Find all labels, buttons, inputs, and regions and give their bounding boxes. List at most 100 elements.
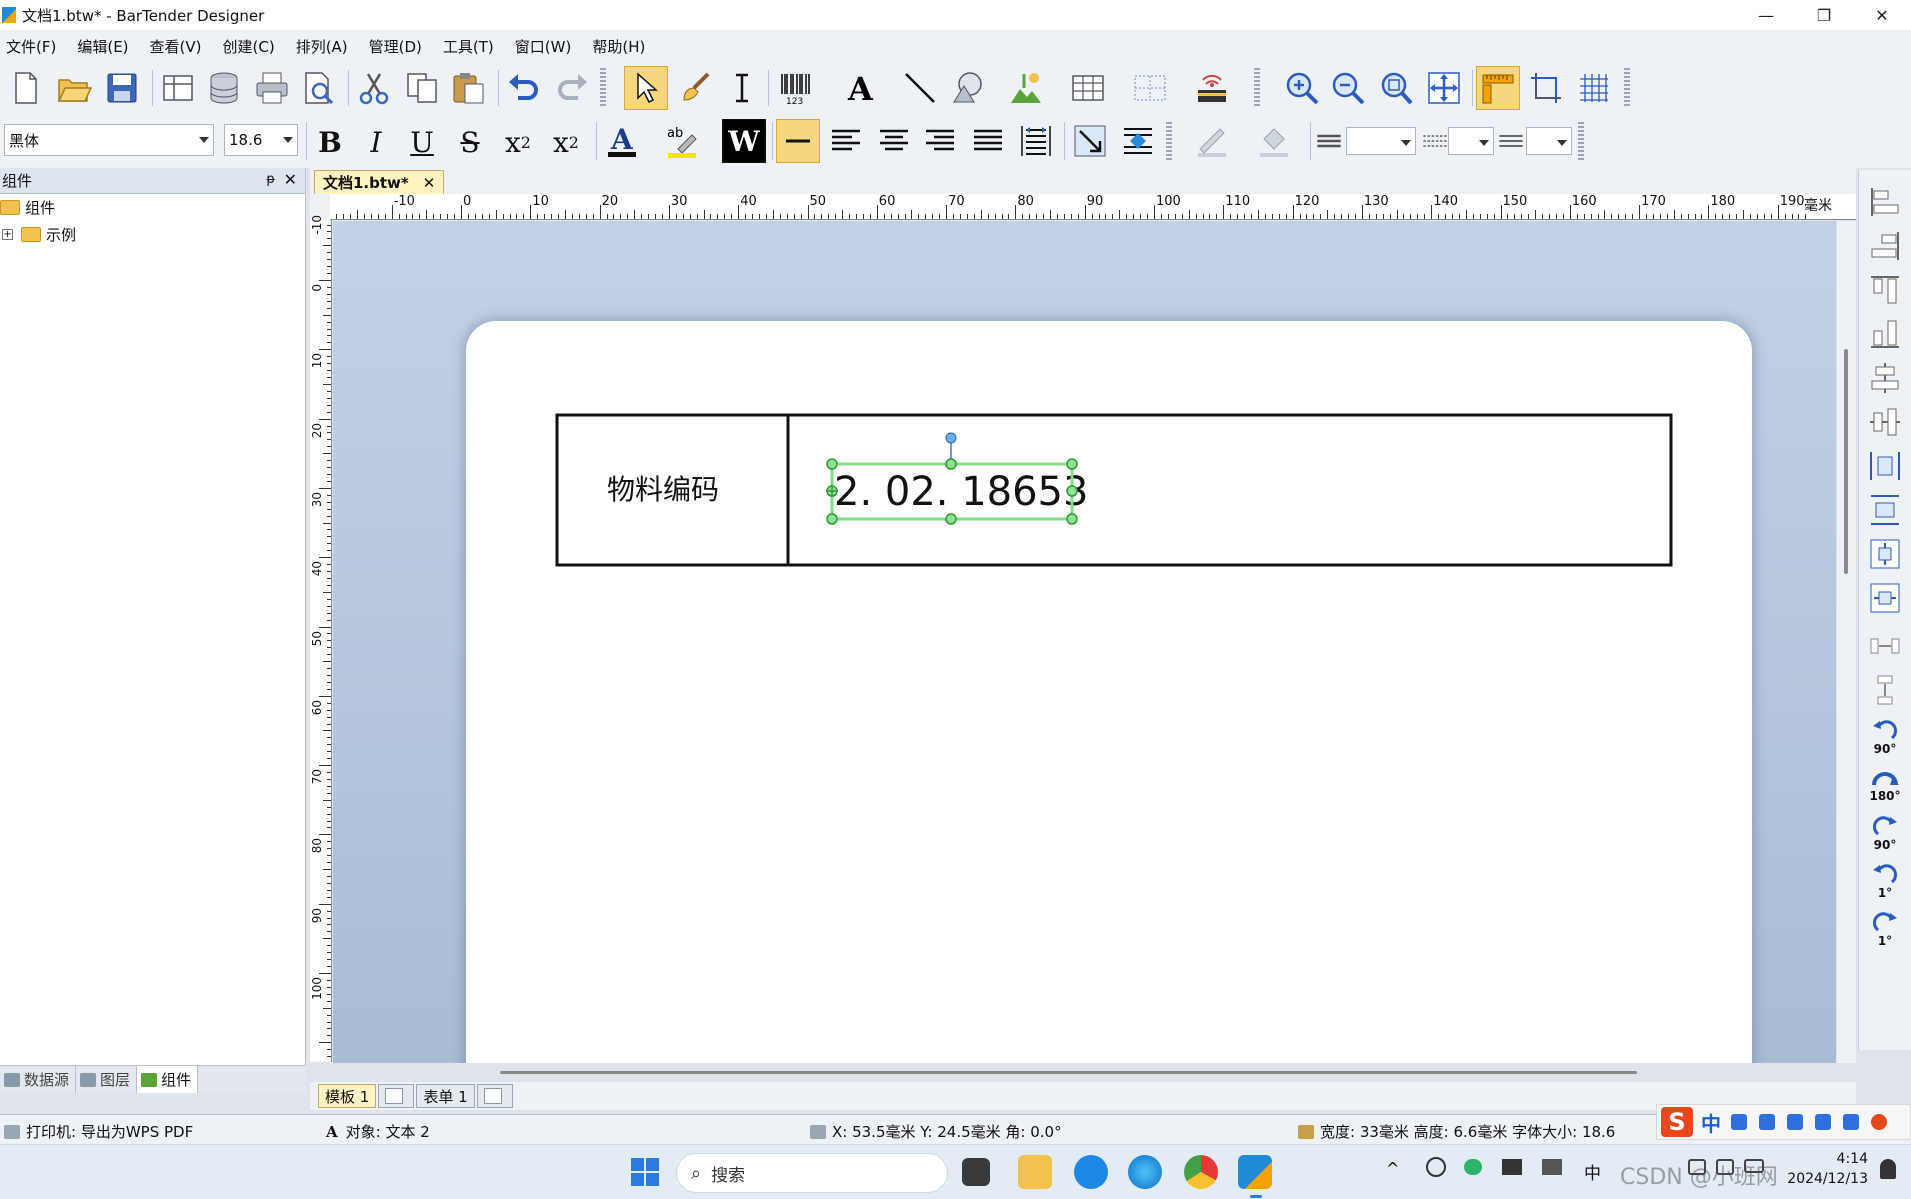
page-setup-button[interactable] [156,66,200,110]
center-in-label-button[interactable] [1865,534,1905,574]
ime-punctuation-icon[interactable] [1731,1114,1747,1130]
line-tool-button[interactable] [898,66,942,110]
superscript-button[interactable]: x2 [546,122,586,162]
tray-overflow-icon[interactable]: ^ [1386,1159,1399,1178]
fill-style-icon-button[interactable] [1496,119,1526,163]
tab-document1[interactable]: 文档1.btw* ✕ [314,170,445,194]
picture-tool-button[interactable] [1004,66,1048,110]
sync-icon[interactable] [1426,1157,1446,1177]
resize-handle[interactable] [1066,458,1078,470]
font-family-select[interactable]: 黑体 [4,124,214,156]
cut-button[interactable] [352,66,396,110]
design-canvas[interactable]: 物料编码 2. 02. 18653 [333,221,1836,1063]
menu-file[interactable]: 文件(F) [6,36,56,57]
menu-create[interactable]: 创建(C) [223,36,275,57]
rotate-cw-1-button[interactable]: 1° [1865,910,1905,950]
horizontal-scrollbar[interactable] [500,1071,1637,1074]
barcode-tool-button[interactable]: 123 [774,66,818,110]
subscript-button[interactable]: x2 [498,122,538,162]
bring-forward-button[interactable] [1116,119,1160,163]
center-on-page-horizontal-button[interactable] [1865,446,1905,486]
bold-button[interactable]: B [310,122,350,162]
material-code-value[interactable]: 2. 02. 18653 [834,469,1088,515]
toolbar-grip[interactable] [1578,122,1584,162]
resize-handle[interactable] [1066,513,1078,525]
redo-button[interactable] [550,66,594,110]
rfid-tool-button[interactable] [1190,66,1234,110]
rotate-ccw-90-button[interactable]: 90° [1865,718,1905,758]
tree-item-examples[interactable]: + 示例 [0,221,305,248]
grid-tool-button[interactable] [1128,66,1172,110]
center-in-label-vertical-button[interactable] [1865,578,1905,618]
open-button[interactable] [52,66,96,110]
vertical-scrollbar[interactable] [1837,221,1856,1063]
fit-text-button[interactable] [1014,119,1058,163]
format-painter-button[interactable] [674,66,718,110]
scroll-thumb[interactable] [1844,349,1848,574]
new-document-button[interactable] [4,66,48,110]
align-bottom-edges-button[interactable] [1865,314,1905,354]
center-vertically-button[interactable] [1865,402,1905,442]
align-left-button[interactable] [824,119,868,163]
ime-tray-indicator[interactable]: 中 [1584,1159,1601,1184]
fill-color-button[interactable] [1252,119,1296,163]
table-border[interactable] [555,413,1673,567]
select-tool-button[interactable] [624,66,668,110]
snap-toggle-button[interactable] [1524,66,1568,110]
text-cursor-tool-button[interactable] [720,66,764,110]
toolbar-grip[interactable] [1166,122,1172,162]
shape-tool-button[interactable] [946,66,990,110]
line-style-select[interactable] [1448,127,1494,155]
ruler-toggle-button[interactable] [1476,66,1520,110]
restore-button[interactable]: ❐ [1795,0,1853,30]
wifi-icon[interactable] [1688,1159,1706,1175]
center-on-page-vertical-button[interactable] [1865,490,1905,530]
align-left-edges-button[interactable] [1865,182,1905,222]
toolbar-grip[interactable] [600,68,606,108]
print-preview-button[interactable] [296,66,340,110]
clock[interactable]: 4:14 2024/12/13 [1778,1149,1868,1189]
menu-edit[interactable]: 编辑(E) [77,36,128,57]
resize-handle[interactable] [945,458,957,470]
keyboard-icon[interactable] [1787,1114,1803,1130]
tab-template-1[interactable]: 模板 1 [318,1084,377,1108]
resize-handle[interactable] [1066,485,1078,497]
close-window-button[interactable]: ✕ [1853,0,1911,30]
menu-help[interactable]: 帮助(H) [592,36,645,57]
menu-window[interactable]: 窗口(W) [515,36,572,57]
pin-icon[interactable]: ᵽ [266,172,275,187]
battery-icon[interactable] [1744,1159,1764,1173]
line-weight-icon-button[interactable] [1314,119,1344,163]
italic-button[interactable]: I [356,122,396,162]
ime-language-toggle[interactable]: 中 [1701,1108,1721,1137]
toolbox-icon[interactable] [1843,1114,1859,1130]
zoom-fit-button[interactable] [1374,66,1418,110]
font-color-button[interactable]: A [600,119,644,163]
line-style-icon-button[interactable] [1420,119,1450,163]
volume-icon[interactable] [1716,1159,1734,1175]
database-button[interactable] [202,66,246,110]
align-center-button[interactable] [872,119,916,163]
edge-browser-icon[interactable] [1128,1155,1162,1189]
tab-data-sources[interactable]: 数据源 [0,1066,77,1093]
taskbar-search[interactable]: ⌕ 搜索 [676,1153,948,1193]
ime-avatar-icon[interactable] [1871,1114,1887,1130]
zoom-in-button[interactable] [1280,66,1324,110]
distribute-horizontal-button[interactable] [1865,626,1905,666]
grid-toggle-button[interactable] [1572,66,1616,110]
print-button[interactable] [250,66,294,110]
menu-arrange[interactable]: 排列(A) [296,36,348,57]
resize-handle[interactable] [945,513,957,525]
justify-button[interactable] [966,119,1010,163]
align-right-edges-button[interactable] [1865,226,1905,266]
bartender-taskbar-icon[interactable] [1238,1155,1272,1189]
strikethrough-button[interactable]: S [450,122,490,162]
single-line-button[interactable] [776,119,820,163]
skin-icon[interactable] [1815,1114,1831,1130]
line-color-button[interactable] [1190,119,1234,163]
tab-layers[interactable]: 图层 [76,1066,138,1093]
copy-button[interactable] [400,66,444,110]
line-weight-select[interactable] [1346,127,1416,155]
align-top-edges-button[interactable] [1865,270,1905,310]
toolbar-grip[interactable] [1624,68,1630,108]
